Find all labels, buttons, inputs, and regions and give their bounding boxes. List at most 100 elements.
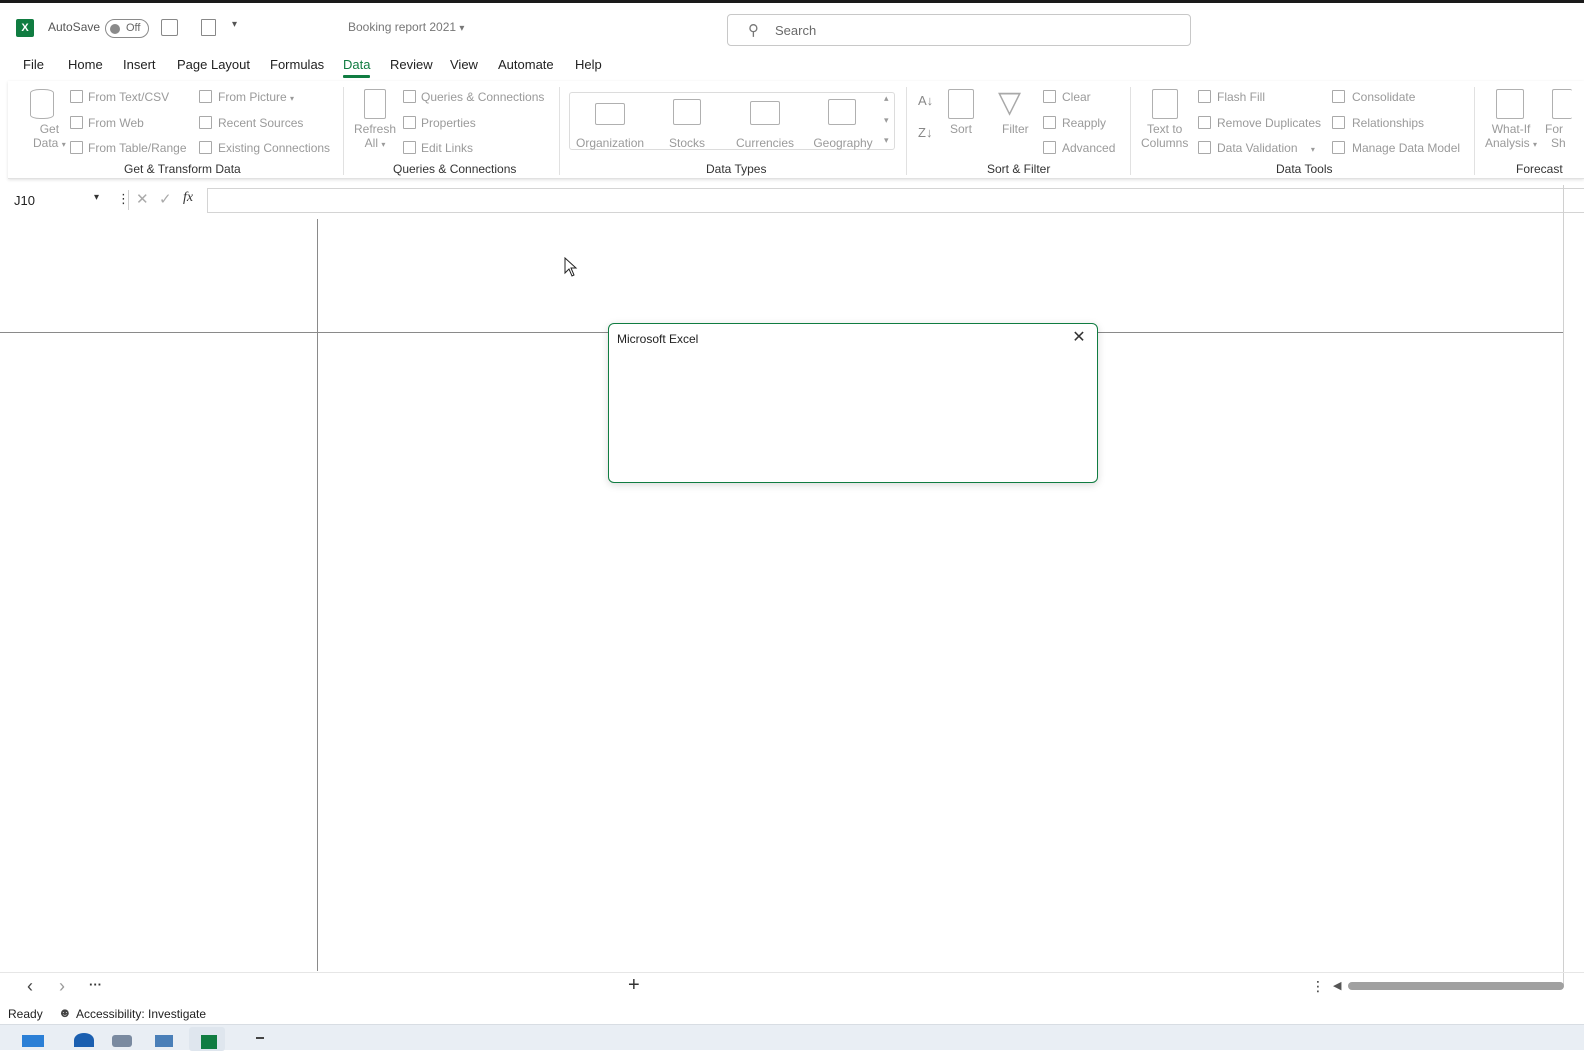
save-icon[interactable] xyxy=(161,19,178,36)
chevron-down-icon: ▾ xyxy=(1533,140,1538,149)
reapply-icon xyxy=(1043,116,1056,129)
tab-help[interactable]: Help xyxy=(575,57,602,72)
remove-duplicates-icon xyxy=(1198,116,1211,129)
group-separator xyxy=(1130,87,1131,175)
consolidate-button[interactable]: Consolidate xyxy=(1352,90,1415,104)
briefcase-icon xyxy=(595,103,625,125)
excel-taskbar-button[interactable] xyxy=(189,1027,225,1051)
organization-data-type[interactable]: Organization xyxy=(576,136,644,150)
advanced-filter-icon xyxy=(1043,141,1056,154)
window-right-edge xyxy=(1563,185,1564,985)
forecast-sheet-button[interactable]: For Sh xyxy=(1545,122,1566,150)
stocks-data-type[interactable]: Stocks xyxy=(656,136,718,150)
forecast-sheet-icon xyxy=(1552,89,1572,119)
search-box[interactable]: ⚲ Search xyxy=(727,14,1191,46)
gallery-more-icon[interactable]: ▾ xyxy=(884,135,889,146)
chevron-down-icon: ▾ xyxy=(61,140,66,149)
get-data-button[interactable]: Get Data ▾ xyxy=(33,122,66,150)
enter-icon[interactable]: ✓ xyxy=(159,190,172,208)
excel-logo-icon: X xyxy=(16,19,34,37)
add-sheet-icon[interactable]: + xyxy=(628,974,640,997)
consolidate-icon xyxy=(1332,90,1345,103)
app-icon[interactable] xyxy=(112,1035,132,1047)
flash-fill-icon xyxy=(1198,90,1211,103)
flash-fill-button[interactable]: Flash Fill xyxy=(1217,90,1265,104)
data-validation-label: Data Validation xyxy=(1217,141,1298,155)
formula-input[interactable] xyxy=(207,188,1584,213)
tab-file[interactable]: File xyxy=(23,57,44,72)
close-icon[interactable]: ✕ xyxy=(1069,328,1089,348)
edit-links-button[interactable]: Edit Links xyxy=(421,141,473,155)
mouse-cursor-icon xyxy=(564,257,578,277)
previous-sheet-icon[interactable]: ‹ xyxy=(27,976,33,997)
more-sheets-icon[interactable]: ··· xyxy=(89,977,102,992)
tab-formulas[interactable]: Formulas xyxy=(270,57,324,72)
manage-data-model-button[interactable]: Manage Data Model xyxy=(1352,141,1460,155)
from-text-csv-button[interactable]: From Text/CSV xyxy=(88,90,169,104)
cancel-icon[interactable]: ✕ xyxy=(136,190,149,208)
text-to-columns-button[interactable]: Text to Columns xyxy=(1141,122,1188,150)
quick-access-dropdown-icon[interactable]: ▾ xyxy=(232,19,237,30)
tab-automate[interactable]: Automate xyxy=(498,57,554,72)
group-separator xyxy=(343,87,344,175)
existing-connections-button[interactable]: Existing Connections xyxy=(218,141,330,155)
refresh-icon xyxy=(364,89,386,119)
gallery-down-icon[interactable]: ▾ xyxy=(884,115,889,126)
status-bar: Ready ☻ Accessibility: Investigate xyxy=(0,1002,1584,1024)
app-icon[interactable] xyxy=(155,1035,173,1047)
app-icon[interactable] xyxy=(256,1037,264,1039)
next-sheet-icon[interactable]: › xyxy=(59,976,65,997)
from-table-range-button[interactable]: From Table/Range xyxy=(88,141,187,155)
currencies-data-type[interactable]: Currencies xyxy=(730,136,800,150)
text-to-columns-line1: Text to xyxy=(1147,122,1183,136)
scroll-left-icon[interactable]: ◀ xyxy=(1333,979,1341,992)
gallery-up-icon[interactable]: ▴ xyxy=(884,93,889,104)
autosave-toggle[interactable]: Off xyxy=(105,19,149,38)
name-box[interactable]: J10 xyxy=(14,193,35,208)
what-if-analysis-button[interactable]: What-If Analysis ▾ xyxy=(1485,122,1537,150)
geography-data-type[interactable]: Geography xyxy=(810,136,876,150)
tab-review[interactable]: Review xyxy=(390,57,433,72)
queries-connections-button[interactable]: Queries & Connections xyxy=(421,90,544,104)
outlook-icon[interactable] xyxy=(74,1033,94,1047)
start-icon[interactable] xyxy=(22,1035,44,1047)
tab-insert[interactable]: Insert xyxy=(123,57,156,72)
chevron-down-icon: ▾ xyxy=(459,23,465,34)
title-bar: X AutoSave Off ▾ Booking report 2021 ▾ ⚲… xyxy=(0,3,1584,49)
sort-ascending-icon[interactable]: A↓ xyxy=(918,93,933,108)
tab-page-layout[interactable]: Page Layout xyxy=(177,57,250,72)
divider xyxy=(128,190,129,210)
data-types-gallery: Organization Stocks Currencies Geography xyxy=(569,92,895,150)
recent-sources-button[interactable]: Recent Sources xyxy=(218,116,303,130)
microsoft-excel-dialog: Microsoft Excel ✕ xyxy=(608,323,1098,483)
sheet-options-icon[interactable]: ⋮ xyxy=(1311,978,1325,995)
data-validation-button[interactable]: Data Validation ▾ xyxy=(1217,141,1315,155)
forecast-sheet-line1: For xyxy=(1545,122,1563,136)
from-picture-button[interactable]: From Picture ▾ xyxy=(218,90,294,104)
sort-button[interactable]: Sort xyxy=(950,122,972,136)
edit-links-icon xyxy=(403,141,416,154)
what-if-line2: Analysis ▾ xyxy=(1485,136,1538,150)
dialog-title: Microsoft Excel xyxy=(617,332,699,346)
reapply-button[interactable]: Reapply xyxy=(1062,116,1106,130)
clear-button[interactable]: Clear xyxy=(1062,90,1091,104)
tab-data[interactable]: Data xyxy=(343,57,371,78)
document-title[interactable]: Booking report 2021 ▾ xyxy=(348,20,464,34)
file-icon[interactable] xyxy=(201,19,216,36)
remove-duplicates-button[interactable]: Remove Duplicates xyxy=(1217,116,1321,130)
tab-view[interactable]: View xyxy=(450,57,478,72)
refresh-all-button[interactable]: Refresh All ▾ xyxy=(354,122,396,150)
name-box-dropdown-icon[interactable]: ▾ xyxy=(94,192,99,203)
relationships-button[interactable]: Relationships xyxy=(1352,116,1424,130)
sort-descending-icon[interactable]: Z↓ xyxy=(918,125,932,140)
table-icon xyxy=(70,141,83,154)
insert-function-icon[interactable]: fx xyxy=(183,190,193,206)
filter-button[interactable]: Filter xyxy=(1002,122,1029,136)
tab-home[interactable]: Home xyxy=(68,57,103,72)
os-taskbar xyxy=(0,1024,1584,1051)
accessibility-status[interactable]: Accessibility: Investigate xyxy=(76,1007,206,1021)
properties-button[interactable]: Properties xyxy=(421,116,476,130)
advanced-button[interactable]: Advanced xyxy=(1062,141,1115,155)
horizontal-scrollbar[interactable] xyxy=(1348,982,1564,990)
from-web-button[interactable]: From Web xyxy=(88,116,144,130)
